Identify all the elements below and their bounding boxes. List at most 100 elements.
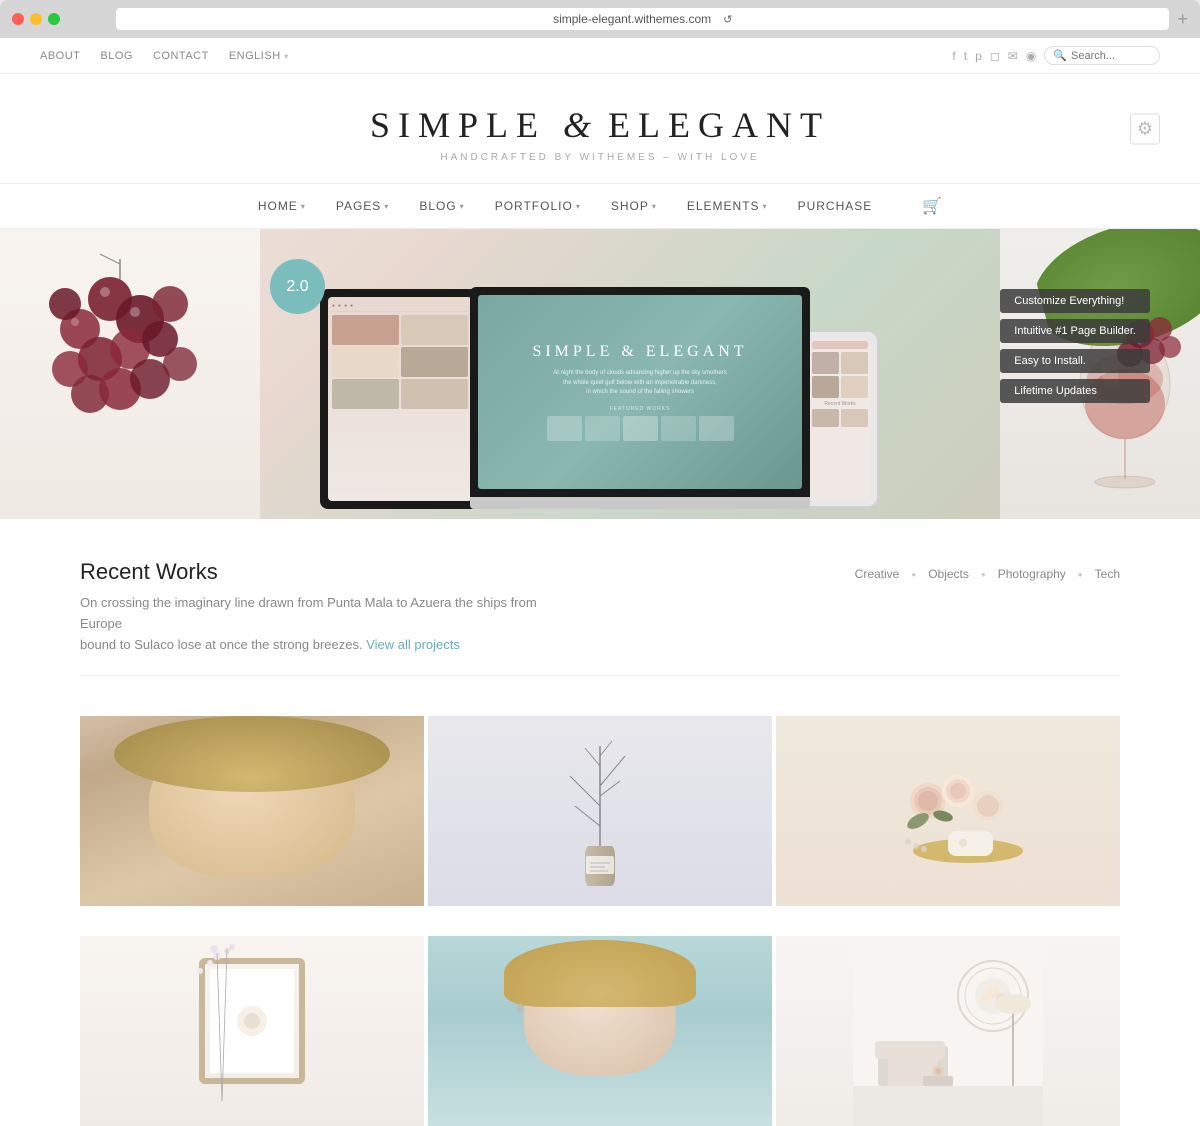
- portfolio-item-3[interactable]: [776, 716, 1120, 906]
- search-icon: 🔍: [1053, 49, 1067, 62]
- phone-grid-item: [841, 352, 868, 374]
- feature-tag-install: Easy to Install.: [1000, 349, 1150, 373]
- close-button[interactable]: [12, 13, 24, 25]
- elements-dropdown-arrow: ▾: [763, 202, 768, 211]
- topbar-language[interactable]: ENGLISH ▾: [229, 50, 289, 62]
- search-bar[interactable]: 🔍: [1044, 46, 1160, 65]
- phone-grid-item: [812, 376, 839, 398]
- feature-tag-customize: Customize Everything!: [1000, 289, 1150, 313]
- cart-icon[interactable]: 🛒: [922, 196, 942, 216]
- nav-blog[interactable]: BLOG ▾: [419, 199, 464, 213]
- traffic-lights: [12, 13, 60, 25]
- laptop-screen-wrap: SIMPLE & ELEGANT At night the body of cl…: [470, 287, 810, 497]
- section-description: On crossing the imaginary line drawn fro…: [80, 593, 560, 655]
- address-bar[interactable]: simple-elegant.withemes.com ↺: [116, 8, 1169, 30]
- phone-header: [812, 341, 868, 349]
- site-tagline: HANDCRAFTED BY WITHEMES – WITH LOVE: [40, 152, 1160, 163]
- laptop-thumb: [585, 416, 620, 441]
- portfolio-item-1[interactable]: [80, 716, 424, 906]
- recent-works-header: Recent Works On crossing the imaginary l…: [80, 559, 1120, 655]
- settings-icon[interactable]: ⚙: [1130, 113, 1160, 144]
- browser-toolbar: simple-elegant.withemes.com ↺ +: [0, 8, 1200, 38]
- section-divider: [80, 675, 1120, 676]
- tablet-grid-item: [401, 315, 468, 345]
- title-ampersand: &: [563, 105, 608, 145]
- minimize-button[interactable]: [30, 13, 42, 25]
- filter-dot: ●: [1078, 570, 1083, 579]
- site-logo-area: SIMPLE & ELEGANT HANDCRAFTED BY WITHEMES…: [40, 104, 1160, 163]
- portfolio-item-2[interactable]: [428, 716, 772, 906]
- laptop-site-title: SIMPLE & ELEGANT: [532, 343, 747, 361]
- topbar-blog[interactable]: BLOG: [100, 50, 133, 62]
- portfolio-grid: [0, 716, 1200, 936]
- pages-dropdown-arrow: ▾: [384, 202, 389, 211]
- nav-purchase[interactable]: PURCHASE: [798, 199, 873, 213]
- topbar-about[interactable]: ABOUT: [40, 50, 80, 62]
- site-header: SIMPLE & ELEGANT HANDCRAFTED BY WITHEMES…: [0, 74, 1200, 183]
- main-nav: HOME ▾ PAGES ▾ BLOG ▾ PORTFOLIO ▾ SHOP ▾…: [0, 183, 1200, 229]
- filter-photography[interactable]: Photography: [998, 567, 1066, 581]
- version-badge: 2.0: [270, 259, 325, 314]
- search-input[interactable]: [1071, 50, 1151, 62]
- tablet-grid-item: [401, 379, 468, 409]
- browser-window: simple-elegant.withemes.com ↺ +: [0, 0, 1200, 38]
- refresh-icon[interactable]: ↺: [723, 13, 732, 26]
- shop-dropdown-arrow: ▾: [652, 202, 657, 211]
- new-tab-button[interactable]: +: [1177, 10, 1188, 28]
- phone-mockup: Recent Works: [800, 329, 880, 509]
- phone-grid-item: [812, 352, 839, 374]
- laptop-base: [470, 497, 810, 509]
- topbar-nav: ABOUT BLOG CONTACT ENGLISH ▾: [40, 50, 289, 62]
- filter-dot: ●: [911, 570, 916, 579]
- tablet-screen: ● ● ● ●: [328, 297, 472, 501]
- rss-icon[interactable]: ◉: [1026, 49, 1036, 63]
- top-bar: ABOUT BLOG CONTACT ENGLISH ▾ f t p ◻ ✉ ◉…: [0, 38, 1200, 74]
- language-dropdown-icon: ▾: [284, 52, 289, 61]
- tablet-grid-item: [332, 379, 399, 409]
- nav-portfolio[interactable]: PORTFOLIO ▾: [495, 199, 581, 213]
- nav-elements[interactable]: ELEMENTS ▾: [687, 199, 768, 213]
- twitter-icon[interactable]: t: [964, 49, 967, 63]
- laptop-mockup: SIMPLE & ELEGANT At night the body of cl…: [470, 287, 810, 509]
- works-filter: Creative ● Objects ● Photography ● Tech: [855, 559, 1120, 581]
- mail-icon[interactable]: ✉: [1008, 49, 1018, 63]
- filter-tech[interactable]: Tech: [1095, 567, 1120, 581]
- filter-objects[interactable]: Objects: [928, 567, 969, 581]
- site-title: SIMPLE & ELEGANT: [40, 104, 1160, 146]
- filter-creative[interactable]: Creative: [855, 567, 900, 581]
- portfolio-dropdown-arrow: ▾: [576, 202, 581, 211]
- laptop-thumb: [547, 416, 582, 441]
- portfolio-row-2: [0, 936, 1200, 1126]
- view-all-link[interactable]: View all projects: [366, 637, 460, 652]
- laptop-thumb: [623, 416, 658, 441]
- facebook-icon[interactable]: f: [952, 49, 955, 63]
- feature-tag-updates: Lifetime Updates: [1000, 379, 1150, 403]
- pinterest-icon[interactable]: p: [975, 49, 982, 63]
- blog-dropdown-arrow: ▾: [460, 202, 465, 211]
- laptop-body-text: At night the body of clouds advancing hi…: [553, 369, 726, 398]
- instagram-icon[interactable]: ◻: [990, 49, 1000, 63]
- nav-pages[interactable]: PAGES ▾: [336, 199, 389, 213]
- recent-works-description: Recent Works On crossing the imaginary l…: [80, 559, 560, 655]
- laptop-featured-label: FEATURED WORKS: [610, 406, 671, 412]
- feature-tag-builder: Intuitive #1 Page Builder.: [1000, 319, 1150, 343]
- tablet-grid-item: [332, 315, 399, 345]
- section-title: Recent Works: [80, 559, 560, 585]
- recent-works-section: Recent Works On crossing the imaginary l…: [0, 519, 1200, 716]
- tablet-mockup: ● ● ● ●: [320, 289, 480, 509]
- url-text: simple-elegant.withemes.com: [553, 12, 711, 26]
- phone-grid-item-sm: [841, 409, 868, 427]
- nav-shop[interactable]: SHOP ▾: [611, 199, 657, 213]
- portfolio-item-5[interactable]: [428, 936, 772, 1126]
- topbar-right: f t p ◻ ✉ ◉ 🔍: [952, 46, 1160, 65]
- maximize-button[interactable]: [48, 13, 60, 25]
- home-dropdown-arrow: ▾: [301, 202, 306, 211]
- nav-home[interactable]: HOME ▾: [258, 199, 306, 213]
- phone-recent-label: Recent Works: [812, 401, 868, 407]
- topbar-contact[interactable]: CONTACT: [153, 50, 209, 62]
- portfolio-item-6[interactable]: [776, 936, 1120, 1126]
- phone-screen: Recent Works: [809, 338, 871, 500]
- portfolio-item-4[interactable]: [80, 936, 424, 1126]
- phone-grid-item-sm: [812, 409, 839, 427]
- laptop-screen: SIMPLE & ELEGANT At night the body of cl…: [478, 295, 802, 489]
